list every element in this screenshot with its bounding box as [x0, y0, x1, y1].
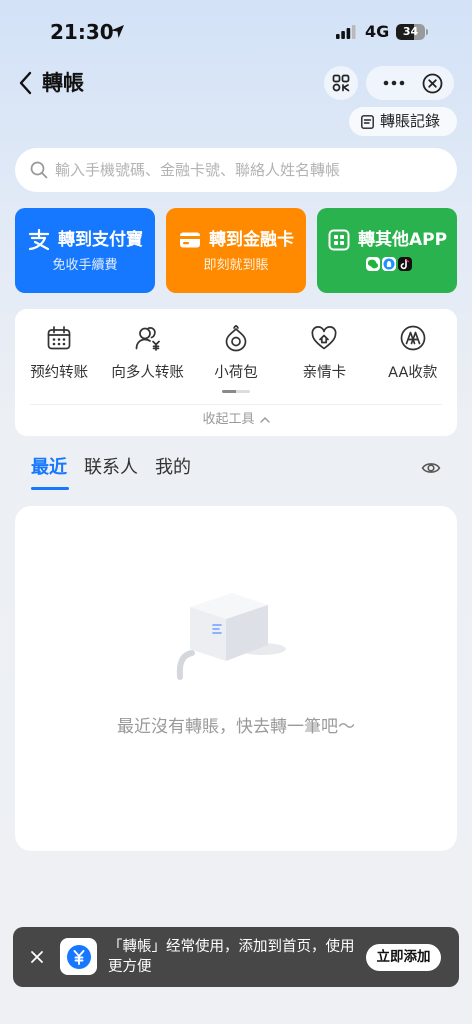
tab-contacts[interactable]: 联系人: [84, 455, 138, 481]
scan-icon: [332, 74, 350, 92]
toast-message: 「轉帳」经常使用，添加到首页，使用更方便: [108, 939, 355, 975]
battery-icon: 34: [396, 24, 425, 40]
mini-app-capsule: [366, 66, 454, 100]
battery-nub: [426, 29, 428, 35]
recent-transfers-panel: 最近沒有轉賬，快去轉一筆吧～: [15, 506, 457, 851]
tool-aa-collect[interactable]: AA收款: [369, 309, 457, 389]
alipay-icon: [28, 228, 50, 250]
tool-label: 预约转账: [30, 365, 89, 381]
more-button[interactable]: [376, 66, 412, 100]
network-type: 4G: [365, 22, 390, 41]
tools-panel: 预约转账 向多人转账 小荷包 亲情卡 AA收款 收起工具: [15, 309, 457, 436]
collapse-tools-button[interactable]: 收起工具: [15, 406, 457, 434]
status-time: 21:30: [50, 20, 114, 44]
tool-small-purse[interactable]: 小荷包: [192, 309, 280, 389]
tool-label: 亲情卡: [302, 365, 347, 381]
back-chevron-icon[interactable]: [18, 71, 34, 95]
add-now-button[interactable]: 立即添加: [366, 944, 441, 971]
multi-person-transfer-icon: [135, 327, 160, 351]
bank-card-icon: [180, 232, 200, 247]
tool-scheduled-transfer[interactable]: 预约转账: [15, 309, 103, 389]
tool-family-card[interactable]: 亲情卡: [280, 309, 368, 389]
tool-label: AA收款: [388, 365, 438, 381]
tool-multi-person-transfer[interactable]: 向多人转账: [103, 309, 191, 389]
scan-button[interactable]: [324, 66, 358, 100]
search-icon: [30, 161, 48, 179]
signal-icon: [336, 25, 356, 39]
add-to-home-toast: 「轉帳」经常使用，添加到首页，使用更方便 立即添加: [13, 927, 459, 987]
card-subtitle: 即刻就到賬: [203, 257, 269, 273]
empty-box-illustration: [176, 593, 286, 680]
empty-state-message: 最近沒有轉賬，快去轉一筆吧～: [117, 717, 355, 737]
other-app-icons: [366, 257, 412, 273]
tool-label: 向多人转账: [111, 365, 184, 381]
transfer-to-other-app-card[interactable]: 轉其他APP: [317, 208, 457, 293]
heart-card-icon: [311, 326, 337, 350]
close-circle-icon: [422, 73, 442, 93]
more-icon: [383, 80, 405, 86]
transfer-to-alipay-card[interactable]: 轉到支付寶 免收手續費: [15, 208, 155, 293]
aa-collect-icon: [400, 325, 426, 351]
close-icon[interactable]: [29, 949, 45, 965]
card-subtitle: 免收手續費: [52, 257, 118, 273]
active-tab-underline: [31, 487, 69, 490]
page-indicator: [222, 390, 250, 393]
qq-icon: [382, 257, 396, 271]
page-title: 轉帳: [42, 71, 84, 95]
search-input[interactable]: [55, 148, 445, 192]
chevron-up-icon: [259, 417, 270, 423]
transfer-app-icon: [60, 938, 97, 975]
tiktok-icon: [398, 257, 412, 271]
transfer-records-label: 轉賬記錄: [380, 112, 441, 130]
calendar-icon: [47, 326, 71, 350]
app-grid-icon: [328, 229, 350, 251]
card-title: 轉到金融卡: [209, 229, 294, 250]
collapse-tools-label: 收起工具: [202, 412, 255, 427]
close-button[interactable]: [416, 66, 448, 100]
eye-icon[interactable]: [421, 459, 441, 477]
transfer-to-bank-card[interactable]: 轉到金融卡 即刻就到賬: [166, 208, 306, 293]
card-title: 轉其他APP: [357, 230, 448, 250]
tab-recent[interactable]: 最近: [31, 455, 67, 481]
search-bar[interactable]: [15, 148, 457, 192]
yuan-icon: [66, 944, 91, 969]
wechat-icon: [366, 257, 380, 271]
purse-icon: [225, 324, 247, 352]
location-arrow-icon: [111, 25, 124, 38]
document-icon: [361, 115, 374, 129]
transfer-records-button[interactable]: 轉賬記錄: [349, 107, 457, 136]
tool-label: 小荷包: [214, 365, 258, 381]
tab-mine[interactable]: 我的: [155, 455, 191, 481]
divider: [30, 404, 442, 405]
card-title: 轉到支付寶: [58, 229, 143, 250]
